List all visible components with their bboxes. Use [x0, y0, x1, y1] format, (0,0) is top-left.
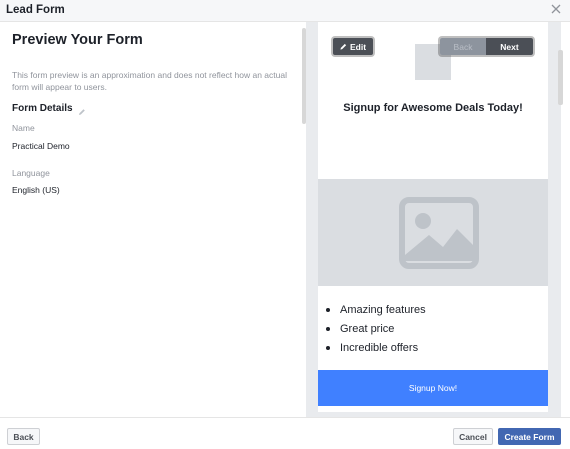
benefit-text: Amazing features [340, 303, 426, 316]
edit-label: Edit [349, 41, 367, 52]
page-title: Preview Your Form [12, 32, 143, 48]
cancel-button[interactable]: Cancel [453, 428, 493, 445]
preview-scrollbar[interactable] [558, 50, 563, 105]
name-label: Name [12, 123, 35, 133]
preview-next-button[interactable]: Next [486, 38, 533, 55]
benefits-list: Amazing features Great price Incredible … [326, 300, 426, 357]
image-area [318, 179, 548, 286]
bullet-icon [326, 326, 330, 331]
preview-back-button[interactable]: Back [440, 38, 486, 55]
modal-header: Lead Form [0, 0, 570, 22]
bullet-icon [326, 345, 330, 350]
form-headline: Signup for Awesome Deals Today! [343, 102, 523, 114]
signup-cta-button[interactable]: Signup Now! [318, 370, 548, 406]
form-details-pane: Preview Your Form This form preview is a… [0, 22, 306, 417]
modal-footer: Back Cancel Create Form [0, 417, 570, 449]
edit-button[interactable]: Edit [333, 38, 373, 55]
image-placeholder-icon [399, 197, 479, 269]
preview-nav: Back Next [440, 38, 533, 55]
benefit-text: Incredible offers [340, 341, 419, 354]
pencil-icon[interactable] [78, 108, 86, 116]
language-value: English (US) [12, 185, 60, 195]
create-form-button[interactable]: Create Form [498, 428, 561, 445]
list-item: Incredible offers [326, 338, 426, 357]
benefit-text: Great price [340, 322, 395, 335]
bullet-icon [326, 307, 330, 312]
close-icon[interactable] [550, 3, 562, 15]
pencil-icon [340, 43, 347, 50]
preview-description: This form preview is an approximation an… [12, 70, 287, 92]
form-preview: Edit Back Next Signup for Awesome Deals … [318, 22, 548, 412]
language-label: Language [12, 168, 50, 178]
list-item: Great price [326, 319, 426, 338]
modal-title: Lead Form [6, 4, 65, 16]
back-button[interactable]: Back [7, 428, 40, 445]
name-value: Practical Demo [12, 141, 70, 151]
preview-pane: Edit Back Next Signup for Awesome Deals … [306, 22, 561, 417]
list-item: Amazing features [326, 300, 426, 319]
form-details-heading: Form Details [12, 103, 73, 114]
